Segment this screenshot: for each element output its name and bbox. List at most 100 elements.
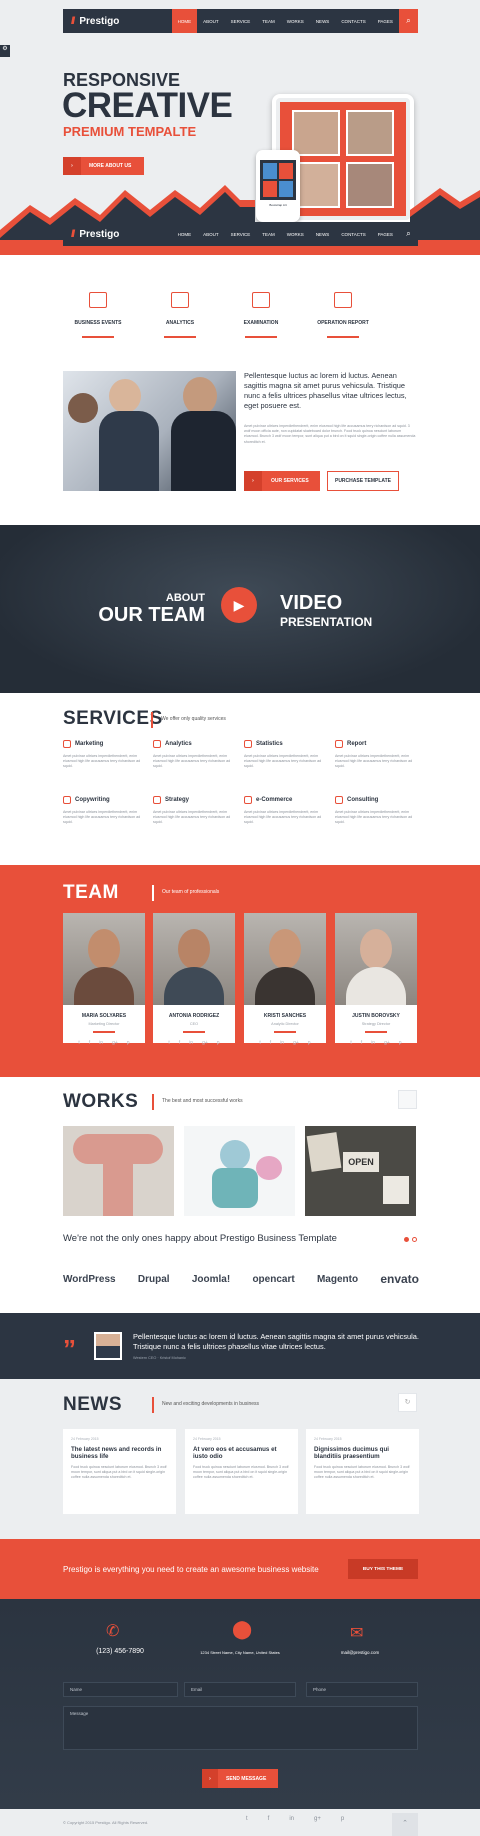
social-icon[interactable]: t xyxy=(168,1040,169,1046)
social-icon[interactable]: t xyxy=(350,1040,351,1046)
team-member-card[interactable]: JUSTIN BOROVSKY Strategy Director t f in g+ p xyxy=(335,913,417,1046)
social-icon[interactable]: in xyxy=(371,1040,375,1046)
social-icon[interactable]: t xyxy=(259,1040,260,1046)
footer-social-icon[interactable]: p xyxy=(341,1816,344,1822)
works-filter-button[interactable] xyxy=(398,1090,417,1109)
social-icon[interactable]: g+ xyxy=(112,1040,118,1046)
email-field[interactable]: Email xyxy=(184,1682,296,1697)
copyright: © Copyright 2015 Prestigo. All Rights Re… xyxy=(63,1820,149,1825)
brand-logos: WordPress Drupal Joomla! opencart Magento env… xyxy=(63,1272,419,1286)
news-title[interactable]: The latest news and records in business … xyxy=(71,1446,168,1460)
nav-item-news[interactable]: NEWS xyxy=(310,9,336,33)
brand-logo-drupal: Drupal xyxy=(137,1273,170,1285)
footer-social-icon[interactable]: in xyxy=(289,1816,294,1822)
search-icon[interactable]: ⌕ xyxy=(399,222,418,246)
nav-item-about[interactable]: ABOUT xyxy=(197,222,225,246)
service-name: Marketing xyxy=(75,741,104,747)
search-icon[interactable]: ⌕ xyxy=(398,9,418,33)
feature-1[interactable]: ANALYTICS xyxy=(145,292,215,338)
team-member-card[interactable]: KRISTI SANCHES Analytic Director t f in g+ p xyxy=(244,913,326,1046)
news-card[interactable]: 24 February 2015 The latest news and reco… xyxy=(63,1429,176,1514)
social-icon[interactable]: g+ xyxy=(293,1040,299,1046)
logo-secondary[interactable]: ///Prestigo xyxy=(63,229,172,240)
nav-item-home[interactable]: HOME xyxy=(171,9,198,33)
social-icon[interactable]: p xyxy=(127,1040,130,1046)
phone-field[interactable]: Phone xyxy=(306,1682,418,1697)
social-icon[interactable]: f xyxy=(270,1040,271,1046)
buy-theme-button[interactable]: BUY THIS THEME xyxy=(348,1559,418,1579)
logo[interactable]: ///Prestigo xyxy=(63,16,172,27)
social-icon[interactable]: in xyxy=(189,1040,193,1046)
nav-item-pages[interactable]: PAGES xyxy=(372,222,399,246)
feature-3[interactable]: OPERATION REPORT xyxy=(308,292,378,338)
social-icon[interactable]: g+ xyxy=(384,1040,390,1046)
news-excerpt: Food truck quinoa nesciunt laborum eiusm… xyxy=(71,1465,167,1480)
nav-item-about[interactable]: ABOUT xyxy=(197,9,225,33)
social-icon[interactable]: p xyxy=(217,1040,220,1046)
play-icon[interactable]: ▶ xyxy=(221,587,257,623)
feature-label: OPERATION REPORT xyxy=(317,320,369,326)
news-title[interactable]: At vero eos et accusamus et iusto odio xyxy=(193,1446,290,1460)
service-marketing[interactable]: Marketing Amet pulvinar ultrices imperdie… xyxy=(63,740,145,770)
footer-social-icon[interactable]: t xyxy=(246,1816,248,1822)
social-icon[interactable]: g+ xyxy=(202,1040,208,1046)
message-field[interactable]: Message xyxy=(63,1706,418,1750)
nav-item-home[interactable]: HOME xyxy=(172,222,198,246)
nav-item-contacts[interactable]: CONTACTS xyxy=(335,222,371,246)
social-icon[interactable]: in xyxy=(280,1040,284,1046)
news-subtitle: New and exciting developments in busines… xyxy=(162,1401,259,1407)
settings-icon[interactable]: ⚙ xyxy=(0,45,10,57)
service-report[interactable]: Report Amet pulvinar ultrices imperdiethe… xyxy=(335,740,417,770)
service-e-commerce[interactable]: e-Commerce Amet pulvinar ultrices imperdi… xyxy=(244,796,326,826)
service-analytics[interactable]: Analytics Amet pulvinar ultrices imperdie… xyxy=(153,740,235,770)
flag-icon xyxy=(335,740,343,748)
service-consulting[interactable]: Consulting Amet pulvinar ultrices imperdi… xyxy=(335,796,417,826)
nav-item-team[interactable]: TEAM xyxy=(256,9,281,33)
social-icon[interactable]: in xyxy=(99,1040,103,1046)
carousel-dot-active[interactable] xyxy=(404,1237,409,1242)
social-icon[interactable]: t xyxy=(78,1040,79,1046)
team-member-card[interactable]: ANTONIA RODRIGEZ CEO t f in g+ p xyxy=(153,913,235,1046)
feature-label: BUSINESS EVENTS xyxy=(74,320,122,326)
back-to-top-icon[interactable]: ⌃ xyxy=(392,1813,418,1836)
service-strategy[interactable]: Strategy Amet pulvinar ultrices imperdiet… xyxy=(153,796,235,826)
nav-item-works[interactable]: WORKS xyxy=(281,222,310,246)
social-icon[interactable]: p xyxy=(308,1040,311,1046)
our-services-button[interactable]: › OUR SERVICES xyxy=(244,471,320,491)
refresh-icon[interactable]: ↻ xyxy=(398,1393,417,1412)
service-statistics[interactable]: Statistics Amet pulvinar ultrices imperdi… xyxy=(244,740,326,770)
social-icon[interactable]: f xyxy=(89,1040,90,1046)
nav-item-news[interactable]: NEWS xyxy=(310,222,336,246)
service-heading: Analytics xyxy=(153,740,235,748)
service-copywriting[interactable]: Copywriting Amet pulvinar ultrices imperd… xyxy=(63,796,145,826)
feature-0[interactable]: BUSINESS EVENTS xyxy=(63,292,133,338)
news-title[interactable]: Dignissimos ducimus qui blanditiis praes… xyxy=(314,1446,411,1460)
work-item-illustration[interactable] xyxy=(184,1126,295,1216)
social-icon[interactable]: f xyxy=(179,1040,180,1046)
feature-2[interactable]: EXAMINATION xyxy=(226,292,296,338)
nav-item-pages[interactable]: PAGES xyxy=(372,9,399,33)
nav-item-service[interactable]: SERVICE xyxy=(225,9,257,33)
services-title: SERVICES xyxy=(63,708,163,729)
send-message-button[interactable]: › SEND MESSAGE xyxy=(202,1769,278,1788)
news-card[interactable]: 24 February 2015 Dignissimos ducimus qui … xyxy=(306,1429,419,1514)
work-item-open-sign[interactable]: OPEN xyxy=(305,1126,416,1216)
presentation-icon xyxy=(244,740,252,748)
team-member-card[interactable]: MARIA SOLYARES Marketing Director t f in g+ p xyxy=(63,913,145,1046)
feature-label: EXAMINATION xyxy=(243,320,279,326)
brand-logo-joomla: Joomla! xyxy=(191,1273,231,1285)
nav-item-team[interactable]: TEAM xyxy=(256,222,281,246)
social-icon[interactable]: p xyxy=(399,1040,402,1046)
footer-social-icon[interactable]: g+ xyxy=(314,1816,321,1822)
name-field[interactable]: Name xyxy=(63,1682,178,1697)
purchase-template-button[interactable]: PURCHASE TEMPLATE xyxy=(327,471,399,491)
service-text: Amet pulvinar ultrices imperdiethendreri… xyxy=(244,754,322,769)
social-icon[interactable]: f xyxy=(361,1040,362,1046)
work-item-brain[interactable] xyxy=(63,1126,174,1216)
nav-item-contacts[interactable]: CONTACTS xyxy=(335,9,371,33)
news-card[interactable]: 24 February 2015 At vero eos et accusamus… xyxy=(185,1429,298,1514)
footer-social-icon[interactable]: f xyxy=(268,1816,270,1822)
nav-item-service[interactable]: SERVICE xyxy=(225,222,257,246)
nav-item-works[interactable]: WORKS xyxy=(281,9,310,33)
carousel-dot[interactable] xyxy=(412,1237,417,1242)
